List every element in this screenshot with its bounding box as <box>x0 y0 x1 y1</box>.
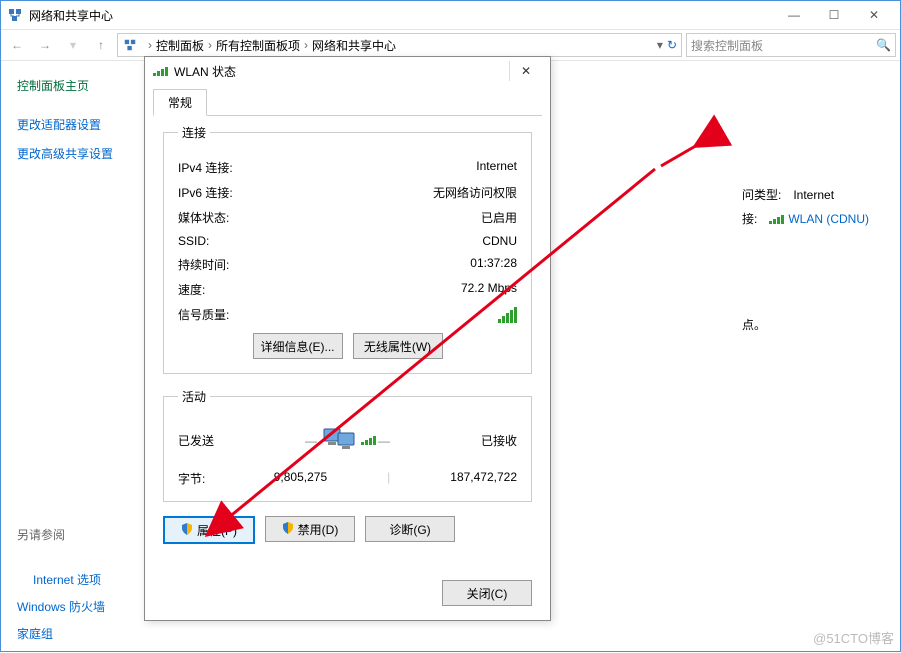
dropdown-button[interactable]: ▾ <box>61 33 85 57</box>
activity-fieldset: 活动 已发送 — — 已接收 字节: 9 <box>163 388 532 502</box>
properties-button[interactable]: 属性(P) <box>163 516 255 544</box>
wlan-status-dialog: WLAN 状态 ✕ 常规 连接 IPv4 连接:Internet IPv6 连接… <box>144 56 551 621</box>
network-icon <box>122 37 138 53</box>
text-fragment: 点。 <box>742 316 766 333</box>
connection-label: 接: <box>742 207 757 231</box>
crumb-item[interactable]: 控制面板 <box>156 37 204 54</box>
bytes-sent: 9,805,275 <box>274 470 327 487</box>
signal-icon <box>153 67 168 76</box>
dialog-close-button[interactable]: ✕ <box>509 61 542 81</box>
access-type-value: Internet <box>793 183 834 207</box>
dialog-title: WLAN 状态 <box>174 63 236 80</box>
forward-button[interactable]: → <box>33 33 57 57</box>
ipv4-value: Internet <box>476 159 517 176</box>
crumb-item[interactable]: 网络和共享中心 <box>312 37 396 54</box>
bytes-recv: 187,472,722 <box>450 470 517 487</box>
close-button[interactable]: ✕ <box>854 4 894 26</box>
window-title: 网络和共享中心 <box>29 7 774 24</box>
maximize-button[interactable]: ☐ <box>814 4 854 26</box>
speed-value: 72.2 Mbps <box>461 281 517 298</box>
activity-legend: 活动 <box>178 388 210 405</box>
dialog-titlebar: WLAN 状态 ✕ <box>145 57 550 85</box>
dropdown-icon[interactable]: ▾ <box>657 38 663 52</box>
recv-label: 已接收 <box>481 432 517 449</box>
shield-icon <box>181 523 193 538</box>
details-button[interactable]: 详细信息(E)... <box>253 333 343 359</box>
network-icon <box>7 7 23 23</box>
ipv6-value: 无网络访问权限 <box>433 184 517 201</box>
titlebar: 网络和共享中心 — ☐ ✕ <box>1 1 900 29</box>
minimize-button[interactable]: — <box>774 4 814 26</box>
computers-icon <box>319 425 359 456</box>
media-value: 已启用 <box>481 209 517 226</box>
signal-bars-icon <box>498 306 517 323</box>
refresh-button[interactable]: ↻ <box>667 38 677 52</box>
breadcrumb[interactable]: › 控制面板 › 所有控制面板项 › 网络和共享中心 ▾ ↻ <box>117 33 682 57</box>
see-also-homegroup[interactable]: 家庭组 <box>17 625 198 642</box>
tab-general[interactable]: 常规 <box>153 89 207 116</box>
dash-icon: — <box>378 434 390 448</box>
connection-link[interactable]: WLAN (CDNU) <box>788 207 869 231</box>
ssid-value: CDNU <box>482 234 517 248</box>
connection-legend: 连接 <box>178 124 210 141</box>
search-icon: 🔍 <box>876 38 891 52</box>
crumb-item[interactable]: 所有控制面板项 <box>216 37 300 54</box>
connection-fieldset: 连接 IPv4 连接:Internet IPv6 连接:无网络访问权限 媒体状态… <box>163 124 532 374</box>
duration-value: 01:37:28 <box>470 256 517 273</box>
back-button[interactable]: ← <box>5 33 29 57</box>
shield-icon <box>282 522 294 537</box>
search-input[interactable]: 搜索控制面板 🔍 <box>686 33 896 57</box>
close-dialog-button[interactable]: 关闭(C) <box>442 580 532 606</box>
diagnose-button[interactable]: 诊断(G) <box>365 516 455 542</box>
watermark: @51CTO博客 <box>813 628 894 647</box>
signal-icon <box>769 215 784 224</box>
search-placeholder: 搜索控制面板 <box>691 37 876 54</box>
disable-button[interactable]: 禁用(D) <box>265 516 355 542</box>
dialog-tabs: 常规 <box>153 89 542 116</box>
signal-icon <box>361 436 376 445</box>
access-type-label: 问类型: <box>742 183 781 207</box>
sent-label: 已发送 <box>178 432 214 449</box>
dash-icon: — <box>305 434 317 448</box>
network-center-window: 网络和共享中心 — ☐ ✕ ← → ▾ ↑ › 控制面板 › 所有控制面板项 ›… <box>0 0 901 652</box>
up-button[interactable]: ↑ <box>89 33 113 57</box>
network-info: 问类型: Internet 接: WLAN (CDNU) <box>742 183 869 231</box>
wireless-props-button[interactable]: 无线属性(W) <box>353 333 443 359</box>
